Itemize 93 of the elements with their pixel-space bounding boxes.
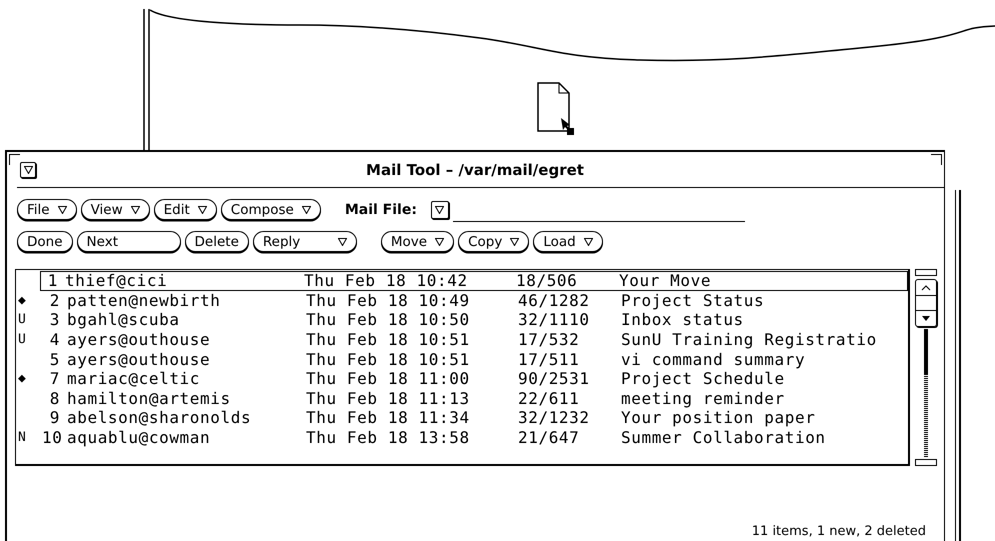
menu-triangle-icon	[58, 206, 67, 214]
menu-triangle-icon	[24, 166, 32, 174]
menu-button[interactable]: File	[17, 199, 77, 220]
message-date: Thu Feb 18 11:13	[306, 388, 471, 408]
message-size: 21/647	[518, 428, 580, 448]
menu-triangle-icon	[130, 206, 140, 214]
message-number: 8	[48, 388, 60, 408]
menu-triangle-icon	[302, 206, 311, 214]
message-row[interactable]: U 3 bgahl@scuba Thu Feb 18 10:50 32/1110 Inbox status	[16, 310, 908, 330]
message-date: Thu Feb 18 13:58	[306, 428, 471, 448]
message-size: 22/611	[518, 388, 580, 408]
message-number: 3	[48, 310, 60, 330]
menu-triangle-icon	[510, 238, 520, 246]
mailbox-button[interactable]: Move	[380, 231, 454, 252]
message-row[interactable]: 9 abelson@sharonolds Thu Feb 18 11:34 32/1232 Your position paper	[16, 408, 908, 428]
message-number: 10	[42, 428, 60, 448]
document-icon[interactable]	[537, 82, 575, 136]
elevator-drag-area[interactable]	[916, 295, 936, 311]
message-date: Thu Feb 18 10:51	[306, 350, 471, 369]
message-row[interactable]: U 4 ayers@outhouse Thu Feb 18 10:51 17/532 SunU Training Registratio	[16, 330, 908, 350]
message-subject: SunU Training Registratio	[621, 330, 878, 350]
status-text: 11 items, 1 new, 2 deleted	[752, 524, 926, 539]
message-date: Thu Feb 18 10:50	[306, 310, 471, 330]
message-row[interactable]: 8 hamilton@artemis Thu Feb 18 11:13 22/611 meeting reminder	[16, 388, 908, 408]
menu-triangle-icon	[435, 238, 444, 246]
scrollbar-end-cap[interactable]	[915, 459, 937, 466]
mail-file-menu-button[interactable]	[430, 200, 449, 218]
window-menu-button[interactable]	[20, 162, 36, 178]
message-sender: aquablu@cowman	[67, 428, 212, 448]
message-sender: hamilton@artemis	[67, 388, 232, 408]
menu-button[interactable]: View	[80, 199, 150, 220]
message-size: 32/1232	[518, 408, 591, 428]
message-row[interactable]: 5 ayers@outhouse Thu Feb 18 10:51 17/511 vi command summary	[16, 349, 908, 369]
message-row[interactable]: 1 thief@cici Thu Feb 18 10:42 18/506 Your Move	[40, 271, 908, 291]
message-size: 17/532	[518, 330, 580, 350]
menu-triangle-icon	[584, 238, 593, 246]
message-subject: Inbox status	[621, 310, 745, 330]
window-title: Mail Tool – /var/mail/egret	[365, 160, 585, 178]
message-number: 4	[48, 330, 60, 350]
menu-button[interactable]: Compose	[220, 199, 321, 220]
message-number: 1	[46, 271, 58, 290]
message-size: 46/1282	[518, 290, 591, 310]
message-subject: Project Schedule	[621, 369, 786, 388]
action-button[interactable]: Reply	[252, 231, 357, 252]
message-subject: Project Status	[621, 290, 766, 310]
menu-triangle-icon	[435, 206, 444, 214]
message-date: Thu Feb 18 11:00	[306, 369, 471, 388]
message-date: Thu Feb 18 10:42	[304, 271, 469, 290]
menu-button[interactable]: Edit	[154, 199, 217, 220]
message-status-label: ◆	[17, 371, 28, 386]
message-date: Thu Feb 18 10:49	[306, 290, 471, 310]
message-size: 18/506	[516, 271, 578, 290]
message-row[interactable]: ◆ 7 mariac@celtic Thu Feb 18 11:00 90/2531 Project Schedule	[16, 368, 908, 389]
message-sender: mariac@celtic	[67, 369, 202, 388]
mail-file-label: Mail File:	[344, 202, 417, 218]
scrollbar-elevator[interactable]	[915, 279, 937, 327]
message-subject: Your Move	[619, 271, 712, 290]
scroll-down-arrow-icon[interactable]	[921, 316, 931, 322]
message-number: 9	[48, 408, 60, 428]
message-subject: Your position paper	[621, 408, 816, 428]
message-subject: vi command summary	[621, 350, 806, 369]
scrollbar-cable-fill	[924, 329, 928, 374]
mailbox-button[interactable]: Load	[533, 231, 603, 252]
message-date: Thu Feb 18 11:34	[306, 408, 471, 428]
message-number: 7	[48, 369, 60, 388]
scrollbar-end-cap[interactable]	[915, 269, 937, 276]
scrollbar[interactable]	[913, 269, 939, 466]
message-sender: bgahl@scuba	[67, 310, 181, 330]
menu-triangle-icon	[338, 238, 347, 246]
message-status-label: U	[17, 332, 28, 348]
message-row[interactable]: ◆ 2 patten@newbirth Thu Feb 18 10:49 46/1282 Project Status	[16, 290, 908, 310]
message-sender: ayers@outhouse	[67, 350, 212, 369]
menu-triangle-icon	[198, 206, 207, 214]
message-number: 5	[48, 350, 60, 369]
message-status-label: U	[17, 312, 28, 328]
message-sender: ayers@outhouse	[67, 330, 212, 350]
mailbox-button[interactable]: Copy	[458, 231, 530, 252]
message-subject: Summer Collaboration	[621, 428, 827, 448]
message-date: Thu Feb 18 10:51	[306, 330, 471, 350]
message-status-label: ◆	[17, 292, 28, 308]
message-number: 2	[48, 290, 60, 310]
message-sender: patten@newbirth	[67, 290, 222, 310]
message-sender: abelson@sharonolds	[67, 408, 252, 428]
message-size: 90/2531	[518, 369, 591, 388]
action-button[interactable]: Done	[17, 231, 73, 252]
message-sender: thief@cici	[65, 271, 168, 290]
message-size: 17/511	[518, 350, 580, 369]
action-button[interactable]: Delete	[184, 231, 249, 252]
message-row[interactable]: N 10 aquablu@cowman Thu Feb 18 13:58 21/647 Summer Collaboration	[16, 428, 908, 448]
message-subject: meeting reminder	[621, 388, 786, 408]
message-size: 32/1110	[518, 310, 591, 330]
action-button[interactable]: Next	[76, 231, 181, 252]
message-status-label: N	[17, 430, 28, 446]
